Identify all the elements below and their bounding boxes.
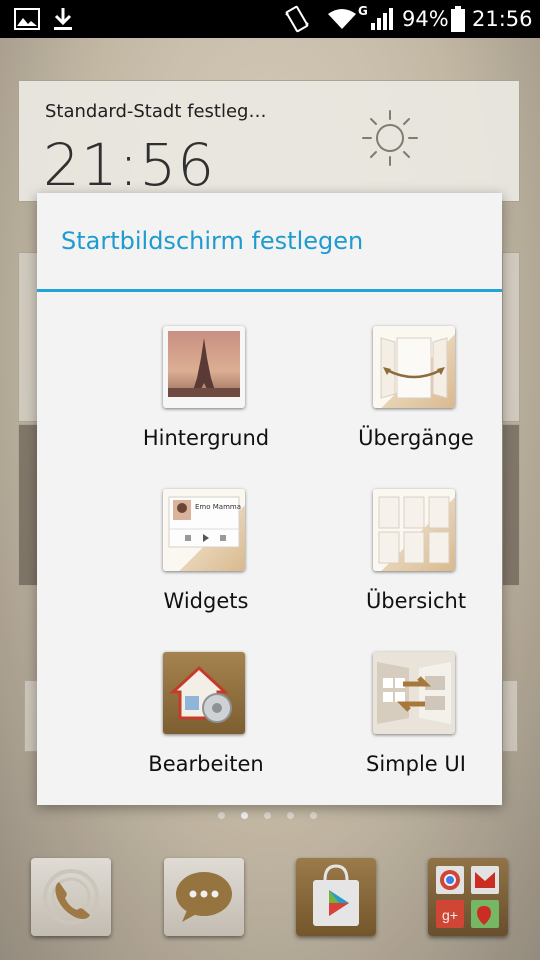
simple-ui-icon — [373, 652, 455, 734]
title-divider — [37, 289, 502, 292]
option-label: Bearbeiten — [148, 752, 264, 776]
dialog-title: Startbildschirm festlegen — [61, 227, 364, 255]
wallpaper-icon — [163, 326, 245, 408]
option-widgets[interactable]: Emo Mamma Widgets — [106, 489, 306, 629]
option-label: Simple UI — [366, 752, 466, 776]
widgets-icon: Emo Mamma — [163, 489, 245, 571]
option-label: Übersicht — [365, 589, 467, 613]
home-screen-settings-dialog: Startbildschirm festlegen Hintergrund Üb… — [37, 193, 502, 805]
transitions-icon — [373, 326, 455, 408]
option-wallpaper[interactable]: Hintergrund — [106, 326, 306, 466]
option-overview[interactable]: Übersicht — [316, 489, 516, 629]
option-label: Hintergrund — [142, 426, 270, 450]
download-icon — [54, 8, 72, 30]
option-label: Widgets — [163, 589, 249, 613]
status-bar: G 94% 21:56 — [0, 0, 540, 38]
option-label: Übergänge — [358, 426, 474, 450]
signal-icon — [371, 8, 393, 30]
widget-preview-title: Emo Mamma — [195, 503, 242, 511]
network-type-label: G — [358, 4, 368, 18]
image-icon — [14, 8, 40, 30]
vibrate-icon — [285, 5, 309, 33]
battery-percent: 94% — [402, 7, 449, 31]
wifi-icon — [328, 9, 356, 29]
overview-icon — [373, 489, 455, 571]
battery-icon — [451, 6, 465, 32]
option-transitions[interactable]: Übergänge — [316, 326, 516, 466]
option-simple-ui[interactable]: Simple UI — [316, 652, 516, 792]
status-time: 21:56 — [472, 7, 533, 31]
edit-home-icon — [163, 652, 245, 734]
option-edit[interactable]: Bearbeiten — [106, 652, 306, 792]
